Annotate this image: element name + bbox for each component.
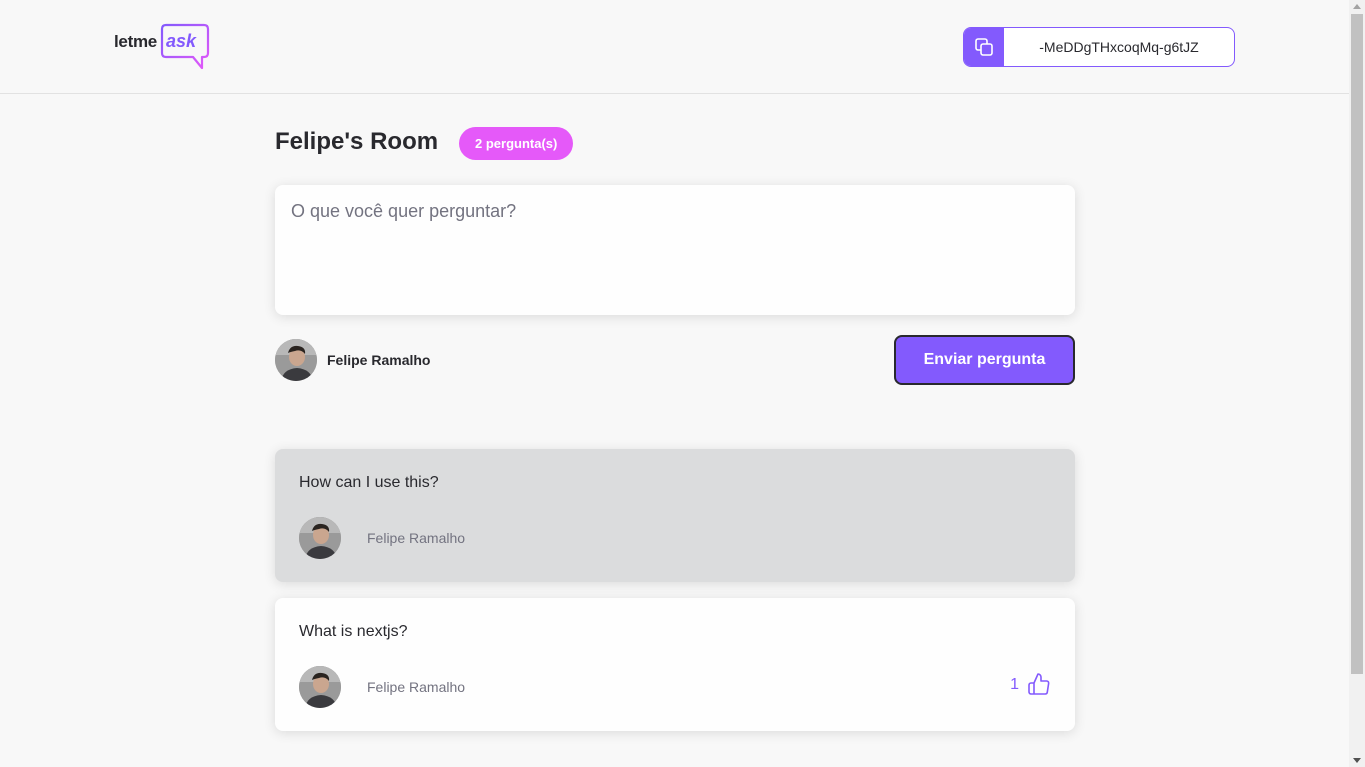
question-text: What is nextjs?	[299, 623, 408, 640]
question-footer: Felipe Ramalho	[299, 666, 465, 708]
avatar	[299, 666, 341, 708]
scroll-up-arrow-icon[interactable]	[1353, 4, 1361, 9]
copy-icon[interactable]	[964, 28, 1004, 66]
question-author: Felipe Ramalho	[367, 530, 466, 546]
send-question-button[interactable]: Enviar pergunta	[894, 335, 1075, 385]
like-button[interactable]: 1	[1010, 672, 1051, 696]
avatar	[275, 339, 317, 381]
vertical-scrollbar[interactable]	[1349, 0, 1365, 767]
like-count: 1	[1010, 676, 1019, 693]
question-input[interactable]	[275, 185, 1075, 315]
question-author: Felipe Ramalho	[367, 679, 466, 695]
question-footer: Felipe Ramalho	[299, 517, 465, 559]
logo-text-letme: letme	[114, 32, 157, 51]
thumbs-up-icon[interactable]	[1027, 672, 1051, 696]
question-count-badge: 2 pergunta(s)	[459, 127, 574, 160]
room-title: Felipe's Room	[275, 128, 439, 155]
question-text: How can I use this?	[299, 474, 439, 491]
question-card: How can I use this? Felipe Ramalho	[275, 449, 1075, 582]
scroll-down-arrow-icon[interactable]	[1353, 758, 1361, 763]
room-code-button[interactable]: -MeDDgTHxcoqMq-g6tJZ	[963, 27, 1235, 67]
letmeask-logo[interactable]: letme ask	[114, 22, 210, 70]
question-card: What is nextjs? Felipe Ramalho 1	[275, 598, 1075, 731]
page-header: letme ask -MeDDgTHxcoqMq-g6tJZ	[0, 0, 1349, 94]
logo-text-ask: ask	[166, 31, 197, 51]
current-user-name: Felipe Ramalho	[327, 352, 431, 368]
room-code-text: -MeDDgTHxcoqMq-g6tJZ	[1039, 39, 1199, 55]
scrollbar-thumb[interactable]	[1351, 14, 1363, 674]
avatar	[299, 517, 341, 559]
current-user-info: Felipe Ramalho	[275, 339, 430, 381]
